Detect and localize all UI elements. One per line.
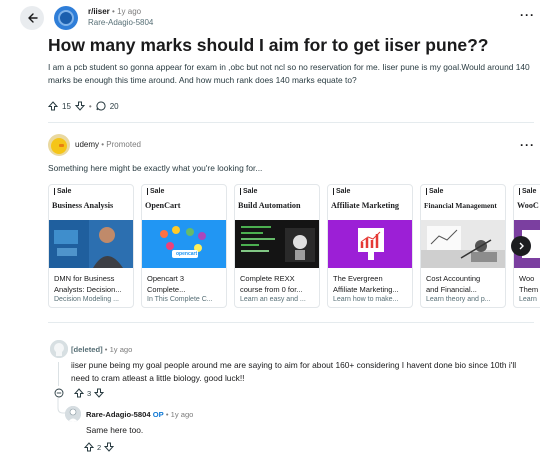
card-line: and Financial...	[426, 285, 477, 294]
sale-tag: Sale	[240, 188, 257, 195]
arrow-left-icon	[28, 13, 38, 23]
divider	[48, 122, 534, 123]
course-card[interactable]: Sale Financial Management Cost Accountin…	[420, 184, 506, 308]
card-title: Build Automation	[238, 201, 301, 210]
course-card[interactable]: Sale Business Analysis DMN for Business …	[48, 184, 134, 308]
comment-text: Same here too.	[86, 425, 144, 435]
post-header: r/iiser • 1y ago Rare-Adagio-5804	[88, 6, 153, 28]
card-title: Business Analysis	[52, 201, 114, 210]
carousel-next-button[interactable]	[511, 236, 531, 256]
card-line: Opencart 3	[147, 274, 185, 283]
card-line: Cost Accounting	[426, 274, 481, 283]
card-title: Affiliate Marketing	[331, 201, 399, 210]
divider	[48, 322, 534, 323]
post-body: I am a pcb student so gonna appear for e…	[48, 62, 530, 85]
upvote-icon[interactable]	[74, 388, 84, 398]
course-card[interactable]: Sale Build Automation Complete REXX cour…	[234, 184, 320, 308]
comment-time: 1y ago	[109, 345, 133, 354]
chevron-right-icon	[519, 242, 524, 250]
card-thumbnail	[421, 220, 505, 268]
downvote-icon[interactable]	[94, 388, 105, 398]
card-thumbnail: opencart	[142, 220, 226, 268]
card-line: Woo	[519, 274, 535, 283]
card-thumbnail	[328, 220, 412, 268]
card-line: Analysts: Decision...	[54, 285, 122, 294]
upvote-icon[interactable]	[84, 442, 94, 452]
collapse-icon[interactable]	[54, 388, 64, 398]
comment-meta: Rare-Adagio-5804 OP • 1y ago	[86, 410, 193, 419]
comment-actions: 3	[54, 388, 105, 398]
promo-more-icon[interactable]: ···	[520, 138, 535, 152]
post-more-icon[interactable]: ···	[520, 8, 535, 22]
subreddit-link[interactable]: r/iiser	[88, 7, 110, 16]
comment-actions: 2	[84, 442, 115, 452]
separator-dot: •	[88, 101, 92, 111]
sale-tag: Sale	[519, 188, 536, 195]
sale-tag: Sale	[147, 188, 164, 195]
separator-dot: •	[104, 345, 108, 354]
advertiser-name[interactable]: udemy	[75, 140, 99, 149]
sale-tag: Sale	[333, 188, 350, 195]
card-line: DMN for Business	[54, 274, 115, 283]
opencart-badge: opencart	[176, 251, 198, 257]
card-title: Financial Management	[424, 201, 497, 210]
back-button[interactable]	[20, 6, 44, 30]
vote-count: 15	[62, 101, 71, 111]
advertiser-avatar[interactable]	[48, 134, 70, 156]
comment-count[interactable]: 20	[110, 102, 119, 111]
comment-text: iiser pune being my goal people around m…	[71, 360, 517, 383]
vote-count: 3	[87, 388, 92, 398]
op-badge: OP	[152, 410, 164, 419]
card-subline: Learn how to make...	[333, 296, 399, 303]
card-thumbnail	[235, 220, 319, 268]
post-time: 1y ago	[117, 7, 142, 16]
card-subline: In This Complete C...	[147, 296, 213, 303]
thread-line[interactable]	[58, 362, 59, 386]
card-subline: Learn an easy and ...	[240, 296, 306, 303]
comment-author: [deleted]	[71, 345, 103, 354]
separator-dot: •	[112, 7, 115, 16]
card-title: OpenCart	[145, 201, 181, 210]
promoted-label: Promoted	[106, 140, 141, 149]
post-author[interactable]: Rare-Adagio-5804	[88, 17, 153, 28]
comment-time: 1y ago	[170, 410, 194, 419]
downvote-icon[interactable]	[104, 442, 115, 452]
card-line: course from 0 for...	[240, 285, 303, 294]
vote-count: 2	[97, 442, 102, 452]
card-line: Complete...	[147, 285, 186, 294]
course-card[interactable]: Sale Affiliate Marketing The Evergreen A…	[327, 184, 413, 308]
sale-tag: Sale	[54, 188, 71, 195]
comment-avatar	[50, 340, 68, 358]
sale-tag: Sale	[426, 188, 443, 195]
card-line: Them	[519, 285, 539, 294]
deleted-user-icon	[50, 340, 68, 358]
comment-icon[interactable]	[96, 101, 106, 111]
downvote-icon[interactable]	[74, 101, 85, 111]
card-subline: Learn	[519, 296, 537, 303]
card-line: Complete REXX	[240, 274, 295, 283]
comment-avatar[interactable]	[65, 406, 81, 422]
promo-text: Something here might be exactly what you…	[48, 163, 263, 173]
separator-dot: •	[101, 140, 105, 149]
card-subline: Decision Modeling ...	[54, 296, 119, 303]
user-avatar-icon	[65, 406, 81, 422]
course-card[interactable]: Sale OpenCart opencart Opencart 3 Comple…	[141, 184, 227, 308]
subreddit-avatar[interactable]	[54, 6, 78, 30]
upvote-icon[interactable]	[48, 101, 58, 111]
carousel: Sale Business Analysis DMN for Business …	[48, 184, 540, 308]
card-line: The Evergreen	[333, 274, 383, 283]
comment-author[interactable]: Rare-Adagio-5804	[86, 410, 151, 419]
card-thumbnail	[49, 220, 133, 268]
promoted-header: udemy • Promoted	[75, 140, 141, 149]
comment-meta: [deleted] • 1y ago	[71, 345, 132, 354]
separator-dot: •	[165, 410, 169, 419]
card-title: WooC	[517, 201, 539, 210]
card-line: Affiliate Marketing...	[333, 285, 399, 294]
post-title: How many marks should I aim for to get i…	[48, 35, 489, 55]
card-subline: Learn theory and p...	[426, 296, 491, 303]
post-actions: 15 • 20	[48, 100, 119, 112]
